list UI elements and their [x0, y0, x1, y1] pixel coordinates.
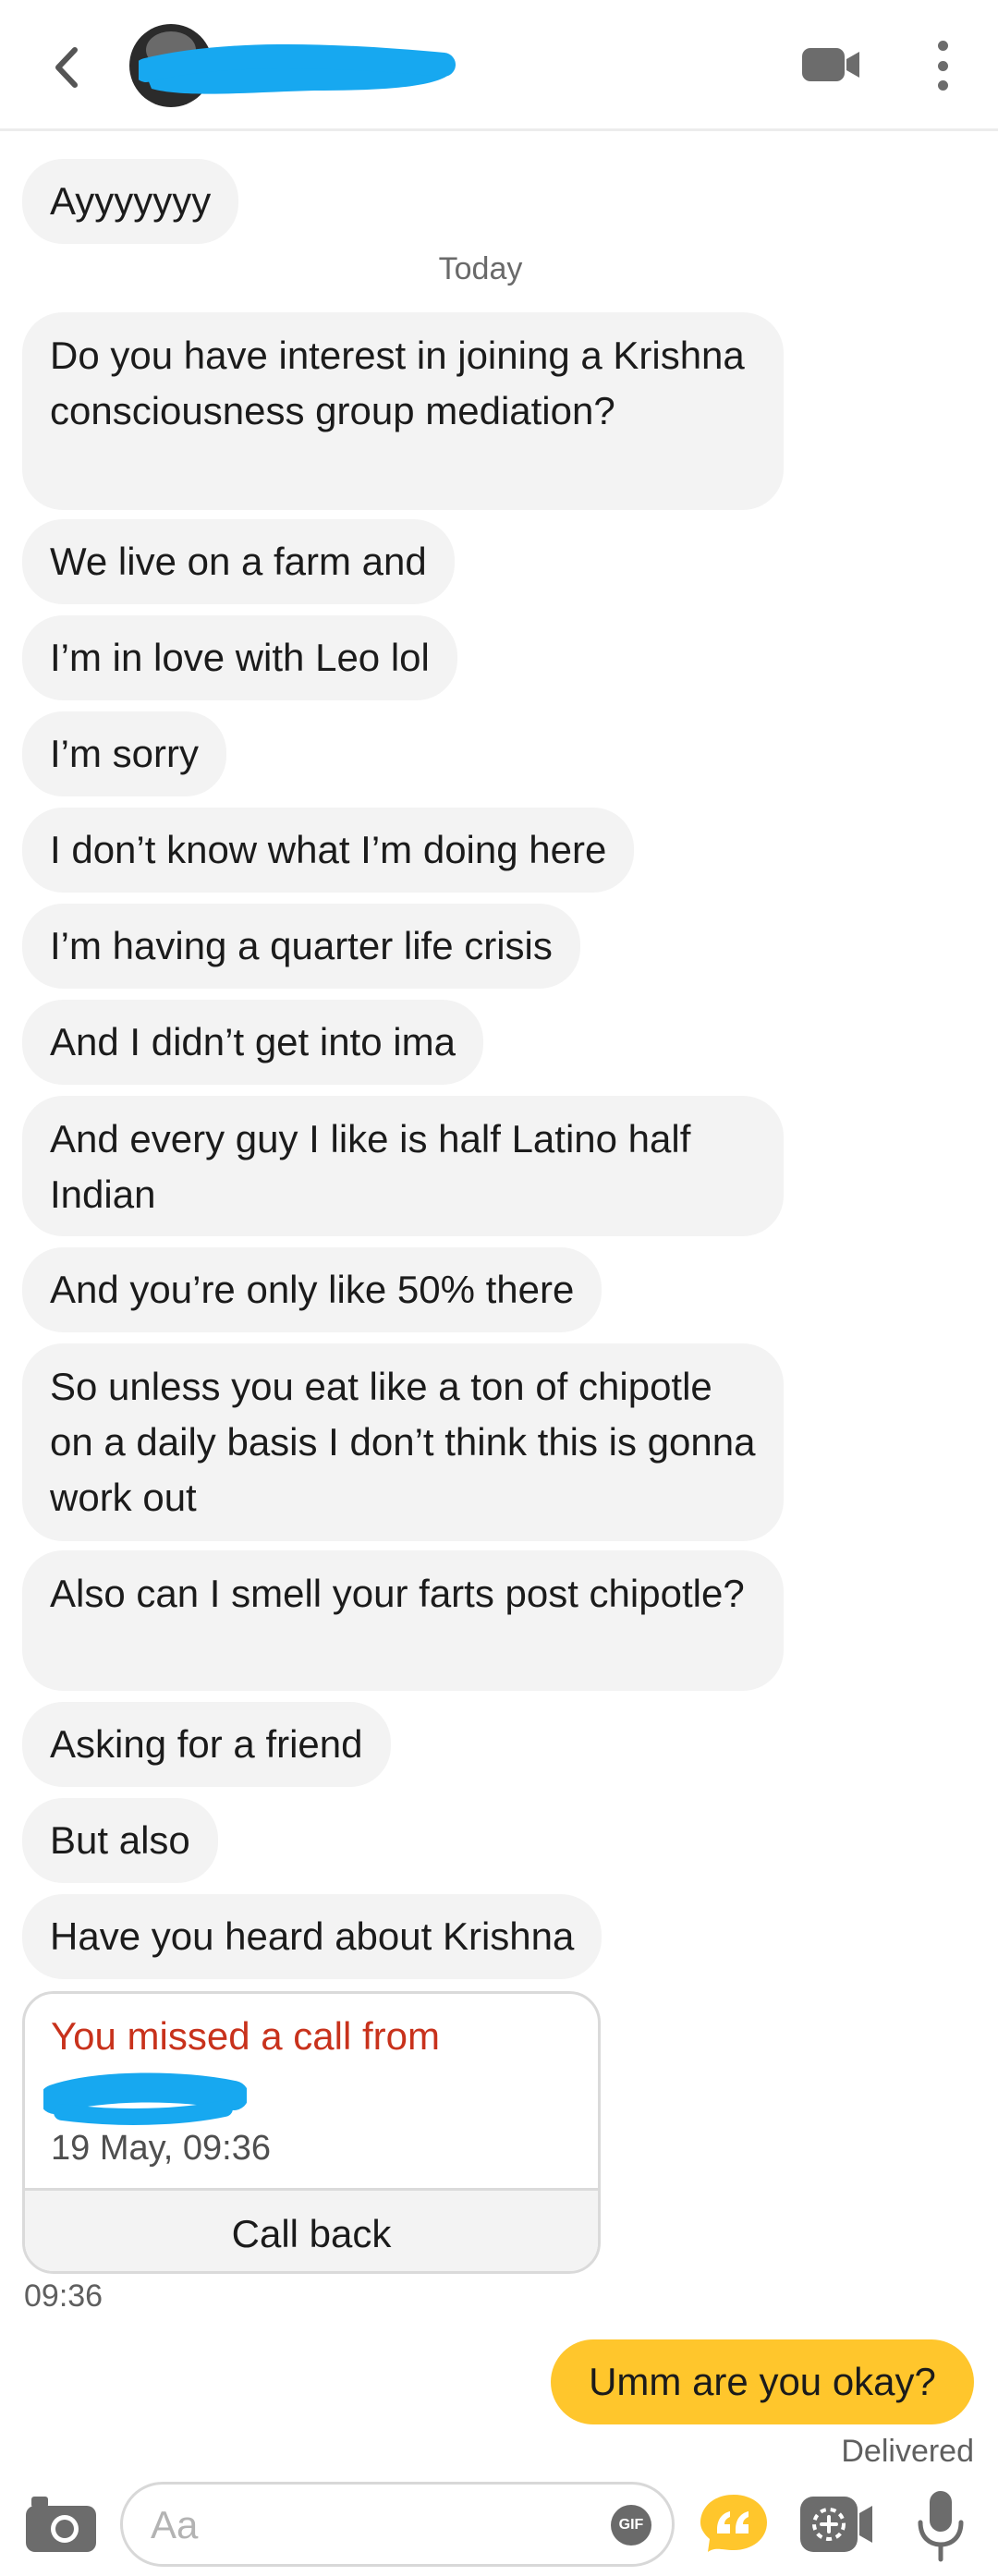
message-bubble: And I didn’t get into ima — [22, 1000, 483, 1085]
missed-call-title: You missed a call from — [51, 2014, 440, 2058]
missed-call-card: You missed a call from 19 May, 09:36 Cal… — [22, 1991, 601, 2274]
message-bubble: So unless you eat like a ton of chipotle… — [22, 1343, 784, 1541]
video-camera-icon[interactable] — [800, 44, 861, 85]
message-input[interactable]: Aa GIF — [120, 2482, 675, 2567]
message-bubble: But also — [22, 1798, 218, 1883]
delivery-status: Delivered — [841, 2434, 974, 2469]
message-bubble: Ayyyyyyy — [22, 159, 239, 244]
redacted-caller-scribble — [43, 2072, 247, 2125]
camera-icon[interactable] — [24, 2493, 98, 2554]
message-bubble: I’m in love with Leo lol — [22, 615, 457, 700]
back-button[interactable] — [43, 35, 91, 100]
message-bubble: Have you heard about Krishna — [22, 1894, 602, 1979]
message-input-placeholder: Aa — [151, 2503, 199, 2546]
gif-button[interactable]: GIF — [611, 2505, 651, 2546]
outgoing-message-bubble: Umm are you okay? — [551, 2339, 974, 2424]
message-bubble: And every guy I like is half Latino half… — [22, 1096, 784, 1236]
message-bubble: Asking for a friend — [22, 1702, 391, 1787]
quote-icon[interactable] — [699, 2493, 769, 2554]
message-bubble: And you’re only like 50% there — [22, 1247, 602, 1332]
more-vertical-icon[interactable] — [924, 35, 961, 96]
message-composer: Aa GIF — [0, 2476, 998, 2576]
message-timestamp: 09:36 — [24, 2278, 103, 2314]
redacted-name-scribble — [139, 43, 456, 94]
chevron-left-icon — [55, 47, 78, 88]
message-bubble: I don’t know what I’m doing here — [22, 808, 635, 893]
microphone-icon[interactable] — [913, 2489, 968, 2563]
message-bubble: I’m having a quarter life crisis — [22, 904, 580, 989]
call-back-button[interactable]: Call back — [25, 2191, 598, 2271]
message-bubble: Do you have interest in joining a Krishn… — [22, 312, 784, 510]
message-bubble: We live on a farm and — [22, 519, 455, 604]
day-separator: Today — [438, 251, 523, 286]
message-bubble: Also can I smell your farts post chipotl… — [22, 1550, 784, 1691]
sticker-icon[interactable] — [797, 2489, 876, 2559]
chat-header — [0, 0, 998, 131]
missed-call-datetime: 19 May, 09:36 — [51, 2129, 272, 2168]
message-bubble: I’m sorry — [22, 711, 226, 796]
